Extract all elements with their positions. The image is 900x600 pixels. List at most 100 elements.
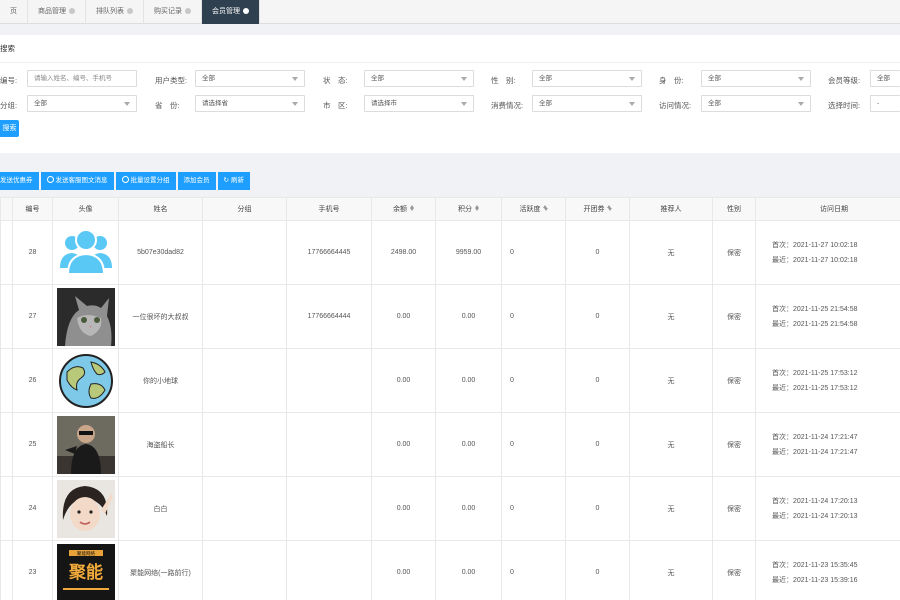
- man-photo: [56, 415, 115, 474]
- visit-last: 最近：2021-11-25 21:54:58: [772, 320, 858, 328]
- divider: [0, 62, 900, 63]
- select-value: 全部: [877, 75, 890, 82]
- tab-products[interactable]: 商品管理: [28, 0, 86, 24]
- col-points[interactable]: 积分: [435, 197, 502, 221]
- cell-gender: 保密: [712, 540, 756, 600]
- cell-name: 你的小地球: [118, 348, 203, 413]
- refresh-icon: ↻: [223, 177, 229, 184]
- select-value: 全部: [202, 75, 215, 82]
- gender-select[interactable]: 全部: [532, 70, 642, 87]
- table-row: 27 一位很坏的大叔叔 17766664444 0.00 0.00 0 0 无 …: [0, 284, 900, 349]
- cell-name: 海盗船长: [118, 412, 203, 477]
- id-search-input[interactable]: 请输入姓名、编号、手机号: [27, 70, 137, 87]
- cell-open: 0: [565, 220, 630, 285]
- row-checkbox-cell[interactable]: [0, 220, 13, 285]
- col-name: 姓名: [118, 197, 203, 221]
- cell-group: [202, 284, 287, 349]
- cell-points: 0.00: [435, 540, 502, 600]
- sort-icon[interactable]: [409, 205, 414, 211]
- table-row: 25 海盗船长 0.00 0.00 0 0 无 保密 首次：2021-11-24: [0, 412, 900, 477]
- cell-avatar: [52, 284, 119, 349]
- tab-label: 商品管理: [38, 8, 66, 15]
- cell-balance: 0.00: [371, 412, 436, 477]
- cell-avatar: [52, 220, 119, 285]
- chevron-down-icon: [798, 77, 804, 81]
- level-select[interactable]: 全部: [870, 70, 900, 87]
- cell-group: [202, 412, 287, 477]
- row-checkbox-cell[interactable]: [0, 348, 13, 413]
- row-checkbox-cell[interactable]: [0, 284, 13, 349]
- cell-group: [202, 348, 287, 413]
- group-select[interactable]: 全部: [27, 95, 137, 112]
- header-label: 余额: [393, 206, 407, 213]
- tab-members[interactable]: 会员管理: [202, 0, 260, 24]
- identity-select[interactable]: 全部: [701, 70, 811, 87]
- cell-balance: 0.00: [371, 540, 436, 600]
- close-icon[interactable]: [185, 7, 191, 14]
- cell-phone: [286, 412, 372, 477]
- cell-balance: 0.00: [371, 476, 436, 541]
- cell-group: [202, 220, 287, 285]
- visit-first: 首次：2021-11-27 10:02:18: [772, 241, 858, 249]
- city-label: 市 区:: [323, 101, 348, 110]
- tab-home[interactable]: 页: [0, 0, 28, 24]
- cell-id: 28: [12, 220, 53, 285]
- close-icon[interactable]: [127, 7, 133, 14]
- select-value: 全部: [371, 75, 384, 82]
- button-label: 批量设置分组: [130, 177, 170, 184]
- cell-points: 0.00: [435, 284, 502, 349]
- chevron-down-icon: [629, 102, 635, 106]
- visit-first: 首次：2021-11-23 15:35:45: [772, 561, 858, 569]
- chevron-down-icon: [798, 102, 804, 106]
- cell-name: 5b07e30dad82: [118, 220, 203, 285]
- row-checkbox-cell[interactable]: [0, 412, 13, 477]
- send-coupon-button[interactable]: 发送优惠券: [0, 172, 39, 190]
- girl-photo: [56, 479, 115, 538]
- cell-phone: [286, 476, 372, 541]
- refresh-button[interactable]: ↻ 刷新: [217, 172, 250, 190]
- cell-id: 26: [12, 348, 53, 413]
- cell-name: 白白: [118, 476, 203, 541]
- usertype-label: 用户类型:: [155, 76, 188, 85]
- close-icon[interactable]: [243, 7, 249, 14]
- visit-select[interactable]: 全部: [701, 95, 811, 112]
- status-select[interactable]: 全部: [364, 70, 474, 87]
- select-value: 全部: [708, 75, 721, 82]
- toolbar: 发送优惠券 发送客服图文消息 批量设置分组 添加会员 ↻ 刷新: [0, 172, 252, 190]
- tab-purchases[interactable]: 购买记录: [144, 0, 202, 24]
- usertype-select[interactable]: 全部: [195, 70, 305, 87]
- send-news-button[interactable]: 发送客服图文消息: [40, 172, 114, 190]
- col-avatar: 头像: [52, 197, 119, 221]
- province-select[interactable]: 请选择省: [195, 95, 305, 112]
- tab-queue[interactable]: 排队列表: [86, 0, 144, 24]
- cell-points: 0.00: [435, 476, 502, 541]
- select-value: 全部: [34, 100, 47, 107]
- search-button[interactable]: 搜索: [0, 120, 19, 137]
- row-checkbox-cell[interactable]: [0, 476, 13, 541]
- tab-label: 排队列表: [96, 8, 124, 15]
- row-checkbox-cell[interactable]: [0, 540, 13, 600]
- sort-icon[interactable]: [543, 205, 548, 211]
- sort-icon[interactable]: [474, 205, 479, 211]
- chevron-down-icon: [292, 102, 298, 106]
- cell-id: 23: [12, 540, 53, 600]
- cell-activity: 0: [501, 348, 566, 413]
- col-balance[interactable]: 余额: [371, 197, 436, 221]
- tab-label: 页: [10, 8, 17, 15]
- select-all-cell[interactable]: [0, 197, 13, 221]
- cell-activity: 0: [501, 284, 566, 349]
- add-member-button[interactable]: 添加会员: [177, 172, 216, 190]
- col-gender: 性别: [712, 197, 756, 221]
- close-icon[interactable]: [69, 7, 75, 14]
- table-row: 28 5b07e30dad82 17766664445 2498.00 9959…: [0, 220, 900, 285]
- sort-icon[interactable]: [607, 205, 612, 211]
- cell-activity: 0: [501, 220, 566, 285]
- col-open[interactable]: 开团券: [565, 197, 630, 221]
- col-activity[interactable]: 活跃度: [501, 197, 566, 221]
- batch-group-button[interactable]: 批量设置分组: [115, 172, 176, 190]
- cell-id: 24: [12, 476, 53, 541]
- time-range-input[interactable]: -: [870, 95, 900, 112]
- chevron-down-icon: [461, 77, 467, 81]
- consume-select[interactable]: 全部: [532, 95, 642, 112]
- city-select[interactable]: 请选择市: [364, 95, 474, 112]
